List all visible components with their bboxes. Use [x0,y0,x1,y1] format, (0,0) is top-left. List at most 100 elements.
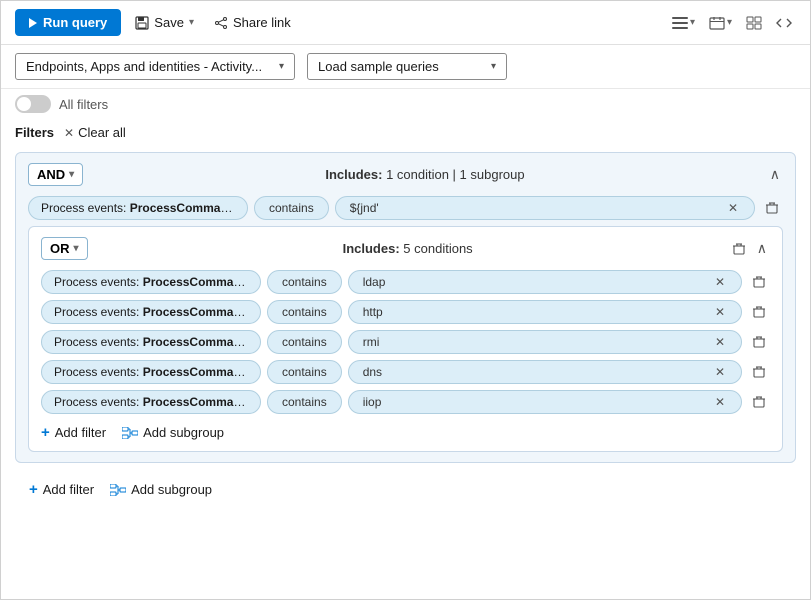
or-conditions: Process events: ProcessComman... contain… [41,270,770,414]
or-add-subgroup-button[interactable]: Add subgroup [122,425,224,440]
all-filters-label: All filters [59,97,108,112]
or-value-text-3: dns [363,365,382,379]
and-delete-button[interactable] [761,199,783,217]
calendar-chevron: ▾ [727,17,732,28]
and-collapse-button[interactable]: ∧ [767,163,783,186]
or-operator-tag-3: contains [267,360,342,384]
or-collapse-button[interactable]: ∧ [754,237,770,260]
grid-button[interactable] [742,12,766,34]
share-link-button[interactable]: Share link [208,11,297,34]
bottom-subgroup-icon [110,484,126,496]
or-remove-button-4[interactable]: ✕ [713,395,727,409]
or-delete-row-button-1[interactable] [748,303,770,321]
filters-heading: Filters ✕ Clear all [1,119,810,146]
and-block: AND ▾ Includes: 1 condition | 1 subgroup… [15,152,796,463]
or-delete-row-button-0[interactable] [748,273,770,291]
list-view-button[interactable]: ▾ [668,12,699,34]
or-field-tag-3: Process events: ProcessComman... [41,360,261,384]
or-label: OR [50,241,70,256]
and-info-value: 1 condition | 1 subgroup [386,167,525,182]
or-operator-tag-4: contains [267,390,342,414]
dropdowns-row: Endpoints, Apps and identities - Activit… [1,45,810,89]
and-remove-button[interactable]: ✕ [726,201,740,215]
run-query-button[interactable]: Run query [15,9,121,36]
or-condition-row-4: Process events: ProcessComman... contain… [41,390,770,414]
or-delete-row-icon-4 [752,395,766,409]
or-remove-button-3[interactable]: ✕ [713,365,727,379]
and-condition-row: Process events: ProcessComman... contain… [28,196,783,220]
or-condition-row-1: Process events: ProcessComman... contain… [41,300,770,324]
or-value-tag-4: iiop ✕ [348,390,742,414]
or-operator-tag-1: contains [267,300,342,324]
or-add-filter-label: Add filter [55,425,106,440]
list-view-chevron: ▾ [690,17,695,28]
or-remove-button-1[interactable]: ✕ [713,305,727,319]
or-value-text-4: iiop [363,395,382,409]
or-value-tag-2: rmi ✕ [348,330,742,354]
or-condition-row-3: Process events: ProcessComman... contain… [41,360,770,384]
toolbar: Run query Save ▾ [1,1,810,45]
and-operator-tag: contains [254,196,329,220]
toolbar-right: ▾ ▾ [668,12,796,34]
bottom-add-filter-button[interactable]: + Add filter [29,481,94,498]
or-remove-button-0[interactable]: ✕ [713,275,727,289]
or-delete-row-icon-1 [752,305,766,319]
or-condition-row-0: Process events: ProcessComman... contain… [41,270,770,294]
or-delete-row-button-4[interactable] [748,393,770,411]
and-delete-icon [765,201,779,215]
clear-all-x-icon: ✕ [64,126,74,140]
and-logic-badge[interactable]: AND ▾ [28,163,83,186]
clear-all-button[interactable]: ✕ Clear all [64,125,126,140]
and-block-info: Includes: 1 condition | 1 subgroup [325,167,524,182]
or-value-tag-0: ldap ✕ [348,270,742,294]
or-logic-badge[interactable]: OR ▾ [41,237,88,260]
or-block-header: OR ▾ Includes: 5 conditions [41,237,770,260]
and-block-icons: ∧ [767,163,783,186]
or-delete-button[interactable] [728,240,750,258]
or-delete-row-icon-0 [752,275,766,289]
or-field-tag-2: Process events: ProcessComman... [41,330,261,354]
and-label: AND [37,167,65,182]
clear-all-label: Clear all [78,125,126,140]
or-value-text-1: http [363,305,383,319]
or-field-tag-4: Process events: ProcessComman... [41,390,261,414]
filters-heading-text: Filters [15,125,54,140]
and-block-header: AND ▾ Includes: 1 condition | 1 subgroup… [28,163,783,186]
or-delete-row-button-3[interactable] [748,363,770,381]
calendar-button[interactable]: ▾ [705,12,736,34]
sample-queries-dropdown[interactable]: Load sample queries ▾ [307,53,507,80]
or-add-filter-button[interactable]: + Add filter [41,424,106,441]
share-icon [214,16,228,30]
or-value-tag-3: dns ✕ [348,360,742,384]
or-delete-row-button-2[interactable] [748,333,770,351]
run-query-label: Run query [43,15,107,30]
bottom-add-filter-label: Add filter [43,482,94,497]
or-remove-button-2[interactable]: ✕ [713,335,727,349]
source-dropdown[interactable]: Endpoints, Apps and identities - Activit… [15,53,295,80]
or-block-icons: ∧ [728,237,770,260]
all-filters-row: All filters [1,89,810,119]
play-icon [29,18,37,28]
and-field-tag: Process events: ProcessComman... [28,196,248,220]
save-button[interactable]: Save ▾ [129,11,200,34]
sample-value: Load sample queries [318,59,439,74]
all-filters-toggle[interactable] [15,95,51,113]
save-label: Save [154,15,184,30]
and-field-bold: ProcessComman... [130,201,238,215]
or-block: OR ▾ Includes: 5 conditions [28,226,783,452]
or-value-text-0: ldap [363,275,386,289]
or-delete-row-icon-3 [752,365,766,379]
source-chevron: ▾ [279,61,284,72]
or-subgroup-icon [122,427,138,439]
sample-chevron: ▾ [491,61,496,72]
bottom-add-subgroup-label: Add subgroup [131,482,212,497]
bottom-add-row: + Add filter Add subgroup [15,473,796,502]
or-add-filter-plus-icon: + [41,424,50,441]
or-info-value: 5 conditions [403,241,472,256]
or-chevron: ▾ [74,243,79,254]
or-operator-tag-0: contains [267,270,342,294]
code-button[interactable] [772,12,796,34]
bottom-add-subgroup-button[interactable]: Add subgroup [110,482,212,497]
or-delete-row-icon-2 [752,335,766,349]
share-label: Share link [233,15,291,30]
